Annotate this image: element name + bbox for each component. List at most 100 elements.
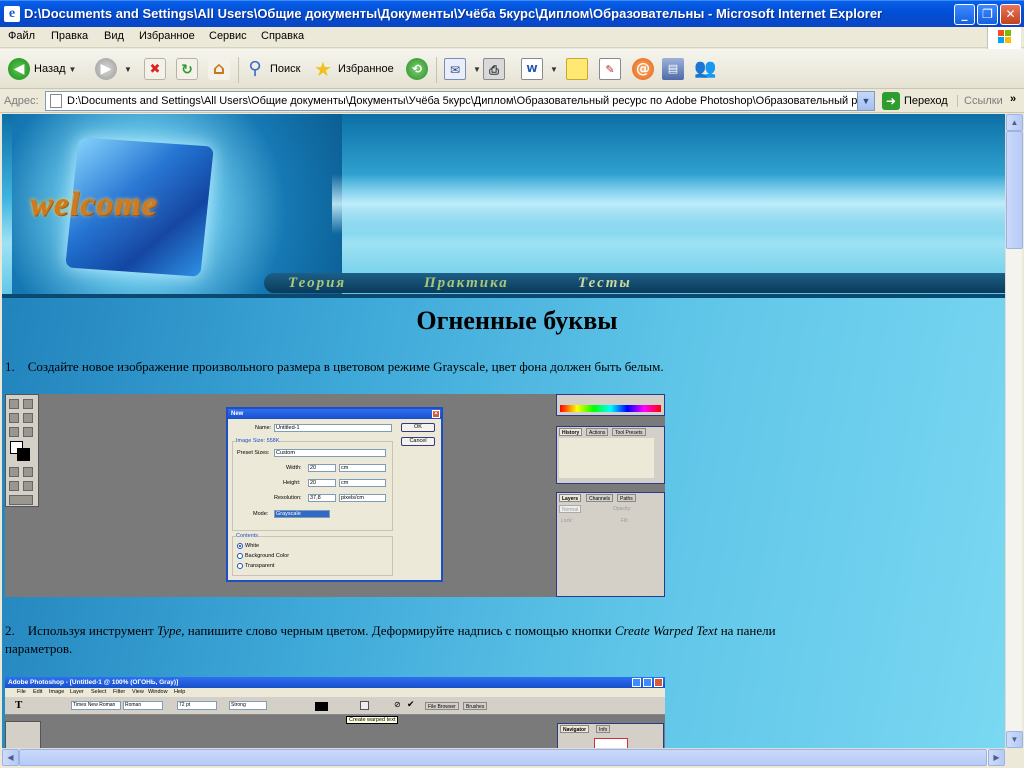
favorites-button[interactable]: ★ Избранное — [312, 56, 394, 82]
actions-tab: Actions — [586, 428, 609, 436]
home-icon: ⌂ — [208, 58, 230, 80]
step-1: 1. Создайте новое изображение произвольн… — [5, 358, 664, 376]
tool-presets-tab: Tool Presets — [612, 428, 646, 436]
resolution-label: Resolution: — [274, 495, 302, 501]
forward-dropdown-icon[interactable]: ▼ — [124, 65, 132, 74]
horizontal-scrollbar[interactable]: ◀ ▶ — [2, 748, 1005, 766]
edit-button[interactable]: W ▼ — [521, 56, 558, 82]
refresh-button[interactable]: ↻ — [176, 56, 202, 82]
note-icon — [566, 58, 588, 80]
go-button[interactable]: ➜ Переход — [882, 92, 948, 110]
channels-tab: Channels — [586, 494, 614, 502]
menu-file[interactable]: Файл — [8, 30, 35, 42]
layers-palette: Layers Channels Paths Normal Opacity: Lo… — [556, 492, 665, 597]
address-dropdown-icon[interactable]: ▼ — [857, 92, 874, 110]
step-2-text-f: параметров. — [5, 641, 73, 656]
forward-button[interactable]: ▶ ▼ — [95, 56, 132, 82]
close-button[interactable]: ✕ — [1000, 4, 1021, 25]
menu-favorites[interactable]: Избранное — [139, 30, 195, 42]
navigator-tab: Navigator — [560, 725, 590, 733]
step-2-text-a: Используя инструмент — [27, 623, 157, 638]
standard-toolbar: ◀ Назад ▼ ▶ ▼ ✖ ↻ ⌂ ⚲ Поиск ★ Избранное … — [0, 49, 1024, 89]
vertical-scroll-thumb[interactable] — [1006, 131, 1023, 249]
step-1-text: Создайте новое изображение произвольного… — [27, 359, 664, 374]
discuss-button[interactable] — [566, 56, 592, 82]
scroll-right-icon[interactable]: ▶ — [988, 749, 1005, 766]
dialog-titlebar: New × — [228, 409, 441, 419]
search-button[interactable]: ⚲ Поиск — [244, 56, 300, 82]
horizontal-scroll-thumb[interactable] — [19, 749, 987, 766]
name-label: Name: — [255, 425, 272, 431]
page-content: welcome Теория Практика Тесты Огненные б… — [2, 114, 1005, 748]
ps2-menubar: File Edit Image Layer Select Filter View… — [5, 688, 665, 697]
resolution-field: 37,8 — [308, 494, 336, 502]
search-label: Поиск — [270, 63, 301, 75]
history-icon: ⟲ — [406, 58, 428, 80]
home-button[interactable]: ⌂ — [208, 56, 234, 82]
email-at-button[interactable]: @ — [632, 56, 658, 82]
height-field: 20 — [308, 479, 336, 487]
menu-edit[interactable]: Правка — [51, 30, 88, 42]
width-field: 20 — [308, 464, 336, 472]
font-size-select: 72 pt — [177, 701, 217, 710]
title-bar[interactable]: e D:\Documents and Settings\All Users\Об… — [0, 0, 1024, 27]
back-dropdown-icon[interactable]: ▼ — [69, 65, 77, 74]
scroll-up-icon[interactable]: ▲ — [1006, 114, 1023, 131]
warp-tooltip: Create warped text — [346, 716, 399, 724]
nav-tests-link[interactable]: Тесты — [578, 273, 632, 293]
resolution-unit-select: pixels/cm — [339, 494, 386, 502]
ok-button: OK — [401, 423, 435, 432]
contacts-button[interactable]: 👥 — [694, 56, 720, 82]
scroll-corner — [1005, 748, 1022, 765]
ps-palettes: History Actions Tool Presets Layers Chan… — [556, 394, 665, 597]
menu-help[interactable]: Справка — [261, 30, 304, 42]
forward-arrow-icon: ▶ — [95, 58, 117, 80]
ps2-options-bar: T Times New Roman Roman 72 pt Strong ⊘ ✔… — [5, 697, 665, 715]
page-title: Огненные буквы — [416, 306, 618, 335]
site-nav: Теория Практика Тесты — [264, 273, 1005, 293]
address-input[interactable]: D:\Documents and Settings\All Users\Общи… — [45, 91, 875, 111]
blend-mode-select: Normal — [559, 505, 582, 513]
chevron-right-icon[interactable]: » — [1010, 93, 1016, 105]
edit-dropdown-icon[interactable]: ▼ — [550, 65, 558, 74]
image-size-label: Image Size: 558K — [236, 438, 280, 444]
mail-button[interactable]: ✉ ▼ — [444, 56, 481, 82]
media-button[interactable]: ▤ — [662, 56, 688, 82]
name-field: Untitled-1 — [274, 424, 392, 432]
vertical-scrollbar[interactable]: ▲ ▼ — [1005, 114, 1023, 748]
window-title: D:\Documents and Settings\All Users\Общи… — [24, 6, 883, 21]
ps2-menu-filter: Filter — [113, 689, 126, 695]
navigator-palette: Navigator Info — [557, 723, 664, 748]
ps2-toolbox — [5, 721, 41, 748]
maximize-button[interactable]: ❐ — [977, 4, 998, 25]
refresh-icon: ↻ — [176, 58, 198, 80]
nav-practice-link[interactable]: Практика — [424, 273, 509, 293]
print-button[interactable]: ⎙ — [483, 56, 509, 82]
mode-label: Mode: — [253, 511, 269, 517]
ps2-title: Adobe Photoshop - [Untitled-1 @ 100% (ОГ… — [8, 679, 179, 686]
minimize-button[interactable]: _ — [954, 4, 975, 25]
scroll-left-icon[interactable]: ◀ — [2, 749, 19, 766]
ps2-menu-select: Select — [91, 689, 107, 695]
step-2-text-c: , напишите слово черным цветом. Деформир… — [181, 623, 615, 638]
preset-label: Preset Sizes: — [237, 450, 270, 456]
scroll-down-icon[interactable]: ▼ — [1006, 731, 1023, 748]
messenger-button[interactable]: ✎ — [599, 56, 625, 82]
contents-label: Contents — [236, 533, 259, 539]
address-label: Адрес: — [4, 95, 39, 107]
history-button[interactable]: ⟲ — [406, 56, 432, 82]
nav-theory-link[interactable]: Теория — [288, 273, 346, 293]
mail-dropdown-icon[interactable]: ▼ — [473, 65, 481, 74]
cancel-button: Cancel — [401, 437, 435, 446]
links-label[interactable]: Ссылки — [957, 95, 1003, 107]
back-button[interactable]: ◀ Назад ▼ — [8, 56, 76, 82]
people-icon: 👥 — [694, 58, 717, 79]
step-2-type-term: Type — [156, 623, 182, 638]
dialog-title: New — [231, 411, 244, 417]
file-browser-tab: File Browser — [425, 702, 459, 710]
ps2-menu-view: View — [132, 689, 144, 695]
menu-tools[interactable]: Сервис — [209, 30, 247, 42]
stop-button[interactable]: ✖ — [144, 56, 170, 82]
menu-view[interactable]: Вид — [104, 30, 124, 42]
back-label: Назад — [34, 63, 66, 75]
